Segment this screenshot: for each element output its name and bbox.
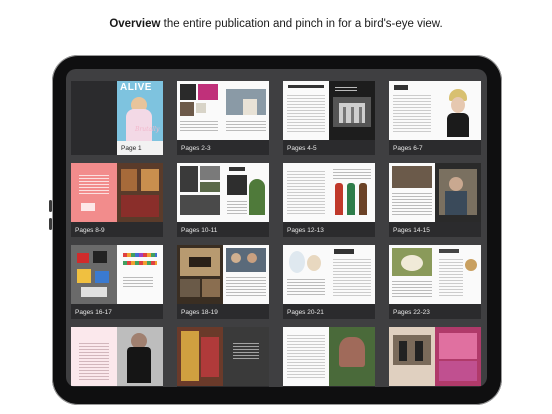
page-tile[interactable]: Pages 4-5 xyxy=(283,81,375,155)
page-label: Pages 10-11 xyxy=(181,227,218,234)
page-tile[interactable]: Pages 22-23 xyxy=(389,245,481,319)
page-tile[interactable]: ALIVE Brutally Page 1 xyxy=(71,81,163,155)
page-tile[interactable]: Pages 18-19 xyxy=(177,245,269,319)
page-label: Pages 14-15 xyxy=(393,227,430,234)
page-label: Pages 18-19 xyxy=(181,309,218,316)
overview-screen: ALIVE Brutally Page 1 Pages 2-3 Pages 4-… xyxy=(66,69,487,387)
page-label: Pages 20-21 xyxy=(287,309,324,316)
page-tile[interactable] xyxy=(71,327,163,387)
cover-script: Brutally xyxy=(135,126,160,133)
page-label: Pages 4-5 xyxy=(287,145,317,152)
volume-button xyxy=(49,200,52,212)
page-tile[interactable]: Pages 6-7 xyxy=(389,81,481,155)
cover-page: ALIVE Brutally Page 1 xyxy=(117,81,163,155)
page-tile[interactable] xyxy=(389,327,481,387)
page-tile[interactable]: Pages 16-17 xyxy=(71,245,163,319)
page-tile[interactable] xyxy=(177,327,269,387)
page-label: Pages 8-9 xyxy=(75,227,105,234)
volume-button xyxy=(49,218,52,230)
cover-masthead: ALIVE xyxy=(120,82,152,93)
page-tile[interactable]: Pages 14-15 xyxy=(389,163,481,237)
caption-bold: Overview xyxy=(109,18,161,30)
page-tile[interactable]: Pages 8-9 xyxy=(71,163,163,237)
page-label: Pages 2-3 xyxy=(181,145,211,152)
page-tile[interactable]: Pages 20-21 xyxy=(283,245,375,319)
page-label: Pages 16-17 xyxy=(75,309,112,316)
page-tile[interactable] xyxy=(283,327,375,387)
page-label: Pages 6-7 xyxy=(393,145,423,152)
page-grid: ALIVE Brutally Page 1 Pages 2-3 Pages 4-… xyxy=(71,81,487,387)
page-tile[interactable]: Pages 2-3 xyxy=(177,81,269,155)
page-label: Pages 22-23 xyxy=(393,309,430,316)
page-label: Page 1 xyxy=(121,145,142,152)
page-tile[interactable]: Pages 12-13 xyxy=(283,163,375,237)
caption-text: the entire publication and pinch in for … xyxy=(160,18,443,30)
page-label: Pages 12-13 xyxy=(287,227,324,234)
promo-caption: Overview the entire publication and pinc… xyxy=(0,18,552,30)
page-tile[interactable]: Pages 10-11 xyxy=(177,163,269,237)
